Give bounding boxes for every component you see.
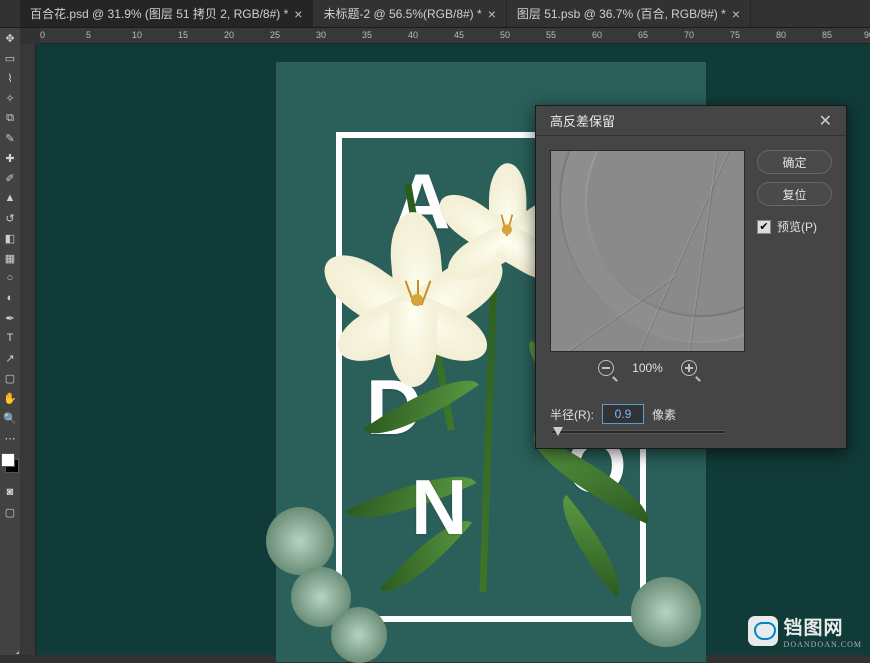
tab-label: 图层 51.psb @ 36.7% (百合, RGB/8#) * (517, 5, 726, 22)
watermark-main: 铛图网 (784, 613, 862, 640)
dialog-titlebar[interactable]: 高反差保留 ✕ (536, 106, 846, 136)
close-icon[interactable]: ✕ (813, 109, 838, 133)
zoom-in-icon[interactable] (681, 360, 697, 376)
path-tool[interactable]: ↗ (0, 348, 20, 368)
poster-letter-n: N (411, 462, 467, 553)
tab-label: 未标题-2 @ 56.5%(RGB/8#) * (323, 5, 481, 22)
move-tool[interactable]: ✥ (0, 28, 20, 48)
horizontal-ruler: 0 5 10 15 20 25 30 35 40 45 50 55 60 65 … (40, 28, 870, 44)
eyedropper-tool[interactable]: ✎ (0, 128, 20, 148)
type-tool[interactable]: T (0, 328, 20, 348)
wand-tool[interactable]: ✧ (0, 88, 20, 108)
dialog-title: 高反差保留 (550, 111, 615, 130)
watermark: 铛图网 DOANDOAN.COM (748, 613, 862, 649)
edit-toolbar[interactable]: ⋯ (0, 428, 20, 448)
close-icon[interactable]: × (488, 6, 496, 22)
radius-slider[interactable] (550, 430, 726, 434)
healing-tool[interactable]: ✚ (0, 148, 20, 168)
foreground-swatch[interactable] (1, 453, 15, 467)
vertical-ruler (20, 44, 36, 655)
radius-label: 半径(R): (550, 406, 594, 423)
lasso-tool[interactable]: ⌇ (0, 68, 20, 88)
screenmode-toggle[interactable]: ▢ (0, 502, 20, 522)
zoom-out-icon[interactable] (598, 360, 614, 376)
document-tabs: 百合花.psd @ 31.9% (图层 51 拷贝 2, RGB/8#) * ×… (0, 0, 870, 28)
history-brush-tool[interactable]: ↺ (0, 208, 20, 228)
radius-unit: 像素 (652, 406, 676, 423)
preview-label: 预览(P) (777, 218, 817, 235)
dodge-tool[interactable]: ◐ (0, 288, 20, 308)
watermark-icon (748, 616, 778, 646)
tool-palette: ✥ ▭ ⌇ ✧ ⧉ ✎ ✚ ✐ ▲ ↺ ◧ ▦ ○ ◐ ✒ T ↗ ▢ ✋ 🔍 … (0, 28, 20, 655)
quickmask-toggle[interactable]: ◙ (0, 482, 20, 502)
zoom-tool[interactable]: 🔍 (0, 408, 20, 428)
crop-tool[interactable]: ⧉ (0, 108, 20, 128)
marquee-tool[interactable]: ▭ (0, 48, 20, 68)
ok-button[interactable]: 确定 (757, 150, 832, 174)
slider-thumb[interactable] (553, 427, 563, 436)
pen-tool[interactable]: ✒ (0, 308, 20, 328)
succulent-icon (266, 507, 334, 575)
stamp-tool[interactable]: ▲ (0, 188, 20, 208)
shape-tool[interactable]: ▢ (0, 368, 20, 388)
hand-tool[interactable]: ✋ (0, 388, 20, 408)
color-swatches[interactable] (0, 452, 20, 476)
eraser-tool[interactable]: ◧ (0, 228, 20, 248)
tab-document-3[interactable]: 图层 51.psb @ 36.7% (百合, RGB/8#) * × (507, 0, 751, 27)
tab-document-2[interactable]: 未标题-2 @ 56.5%(RGB/8#) * × (313, 0, 506, 27)
blur-tool[interactable]: ○ (0, 268, 20, 288)
reset-button[interactable]: 复位 (757, 182, 832, 206)
preview-checkbox-row[interactable]: ✔ 预览(P) (757, 218, 832, 235)
succulent-icon (631, 577, 701, 647)
zoom-percent: 100% (632, 361, 663, 375)
tab-document-1[interactable]: 百合花.psd @ 31.9% (图层 51 拷贝 2, RGB/8#) * × (20, 0, 313, 27)
high-pass-dialog: 高反差保留 ✕ 100% 确定 复位 ✔ 预览(P) 半 (535, 105, 847, 449)
tab-label: 百合花.psd @ 31.9% (图层 51 拷贝 2, RGB/8#) * (30, 5, 288, 22)
close-icon[interactable]: × (732, 6, 740, 22)
radius-input[interactable] (602, 404, 644, 424)
checkbox-icon[interactable]: ✔ (757, 220, 771, 234)
brush-tool[interactable]: ✐ (0, 168, 20, 188)
filter-preview[interactable] (550, 150, 745, 352)
watermark-sub: DOANDOAN.COM (784, 640, 862, 649)
close-icon[interactable]: × (294, 6, 302, 22)
gradient-tool[interactable]: ▦ (0, 248, 20, 268)
